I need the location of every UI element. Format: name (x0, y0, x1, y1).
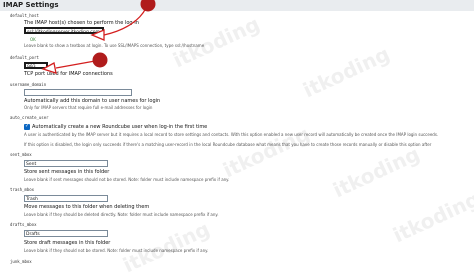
annotation-arrowhead-1 (90, 29, 105, 41)
annotation-marker-1 (140, 0, 156, 12)
annotation-arrow-curve (103, 7, 147, 36)
annotation-arrow-line (55, 60, 96, 69)
annotation-overlay (41, 0, 156, 74)
annotation-marker-2 (92, 52, 108, 68)
annotation-arrowhead-2 (41, 62, 57, 74)
